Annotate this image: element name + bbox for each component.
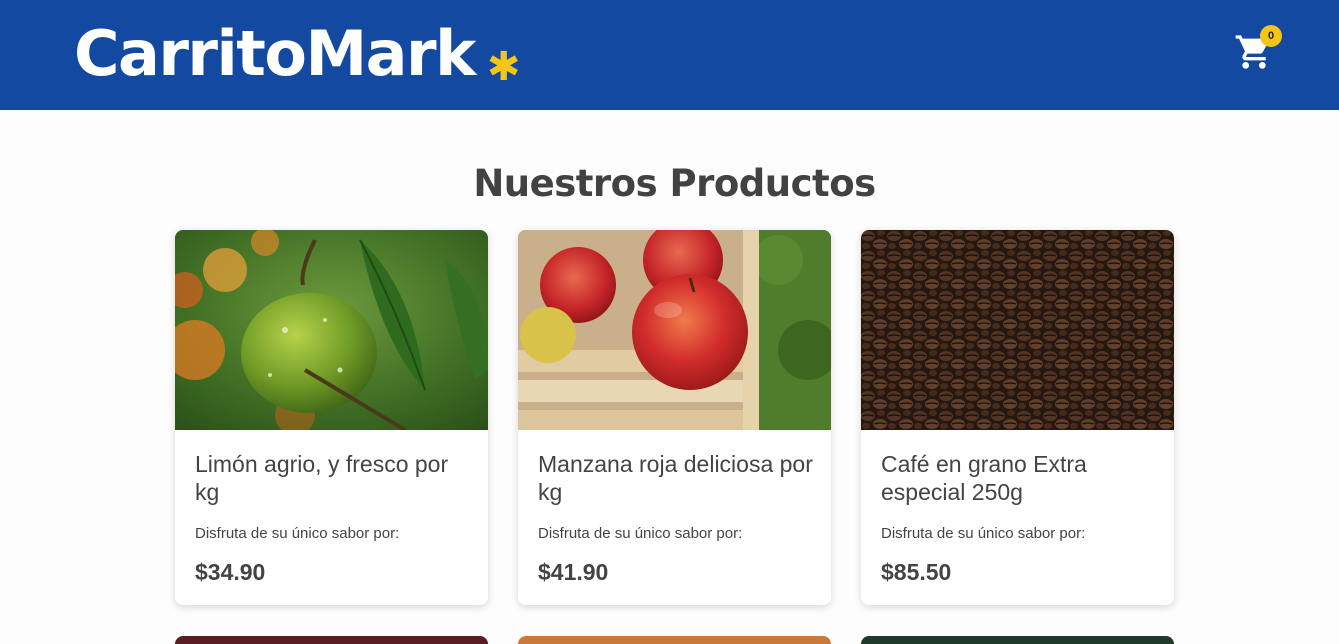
page-title: Nuestros Productos bbox=[473, 162, 876, 205]
product-subtitle: Disfruta de su único sabor por: bbox=[538, 525, 743, 542]
brand-name: CarritoMark bbox=[74, 17, 476, 90]
product-price: $41.90 bbox=[538, 559, 609, 585]
products-section: Nuestros Productos Limón agrio, y fresco… bbox=[0, 110, 1339, 644]
product-image-coffee bbox=[861, 230, 1174, 430]
top-header: CarritoMark ✱ 0 bbox=[0, 0, 1339, 110]
product-image-apple bbox=[518, 230, 831, 430]
product-card-peek[interactable] bbox=[861, 636, 1174, 644]
product-card[interactable]: Café en grano Extra especial 250g Disfru… bbox=[861, 230, 1174, 605]
product-price: $85.50 bbox=[881, 559, 952, 585]
product-name: Café en grano Extra especial 250g bbox=[881, 451, 1087, 505]
product-name: Manzana roja deliciosa por kg bbox=[538, 451, 813, 505]
product-image-lemon bbox=[175, 230, 488, 430]
product-subtitle: Disfruta de su único sabor por: bbox=[881, 525, 1086, 542]
product-card[interactable]: Manzana roja deliciosa por kg Disfruta d… bbox=[518, 230, 831, 605]
brand-logo[interactable]: CarritoMark ✱ bbox=[74, 14, 520, 94]
cart-count-badge: 0 bbox=[1260, 25, 1282, 47]
product-price: $34.90 bbox=[195, 559, 266, 585]
product-card[interactable]: Limón agrio, y fresco por kg Disfruta de… bbox=[175, 230, 488, 605]
product-card-peek[interactable] bbox=[175, 636, 488, 644]
product-card-peek[interactable] bbox=[518, 636, 831, 644]
product-name: Limón agrio, y fresco por kg bbox=[195, 451, 449, 505]
asterisk-icon: ✱ bbox=[486, 44, 521, 90]
product-subtitle: Disfruta de su único sabor por: bbox=[195, 525, 400, 542]
